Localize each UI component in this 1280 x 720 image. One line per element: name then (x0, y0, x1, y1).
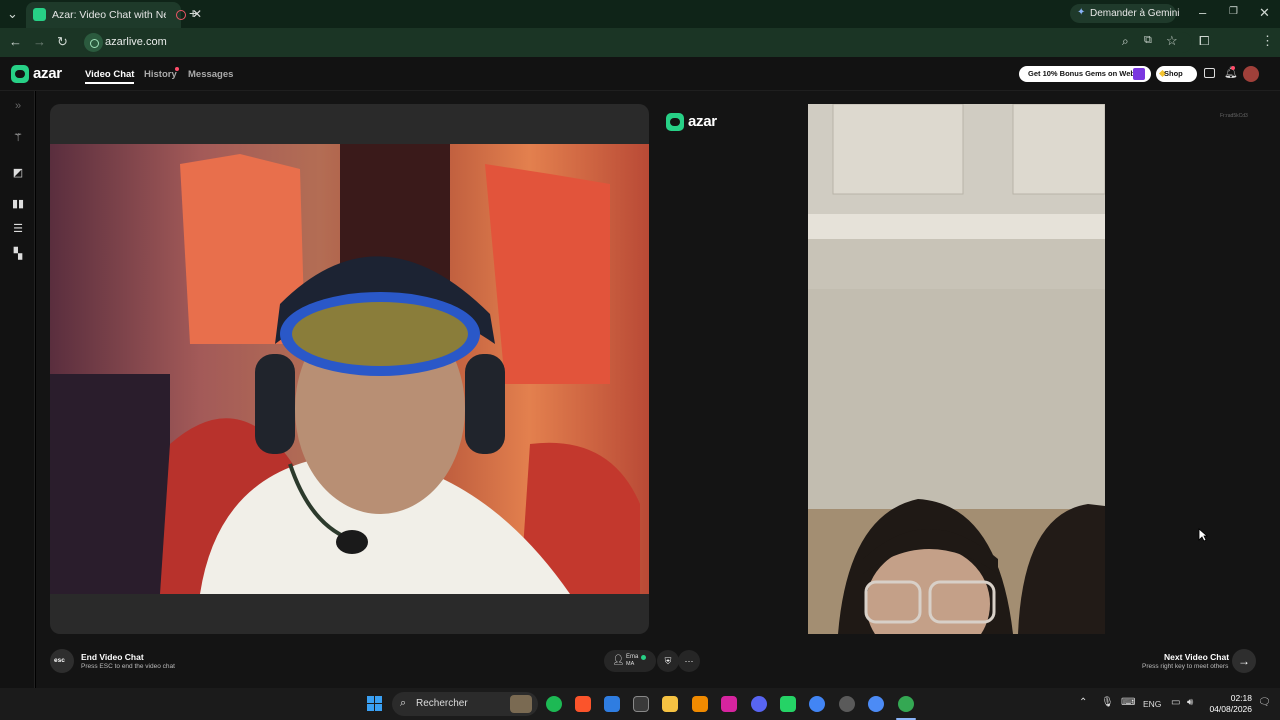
whatsapp-icon[interactable] (780, 696, 796, 712)
search-icon: ⌕ (400, 697, 407, 709)
shop-button[interactable]: Shop (1156, 66, 1197, 82)
session-watermark: Fr:rad5kCd3 (1220, 113, 1248, 119)
chrome-icon[interactable] (809, 696, 825, 712)
shop-label: Shop (1164, 69, 1183, 78)
gemini-label: Demander à Gemini (1090, 8, 1180, 19)
tab-messages[interactable]: Messages (188, 69, 233, 80)
end-video-chat-button[interactable]: esc (50, 649, 74, 673)
new-tab-icon[interactable]: + (189, 5, 197, 21)
defender-icon[interactable] (604, 696, 620, 712)
notification-dot (1231, 66, 1235, 70)
network-icon[interactable]: ▭ (1171, 697, 1180, 708)
recording-icon (176, 10, 186, 20)
filter-icon[interactable]: ◩ (12, 167, 24, 179)
file-explorer-icon[interactable] (662, 696, 678, 712)
tab-search-icon[interactable]: ⌄ (7, 6, 18, 22)
clock-time: 02:18 (1230, 693, 1252, 703)
address-bar-row: ← → ↻ azarlive.com ⌕ ⧉ ☆ ⧠ ⋮ (0, 28, 1280, 76)
partner-country: MA (626, 661, 635, 667)
my-camera-feed (50, 144, 649, 594)
browser-tab[interactable]: Azar: Video Chat with New ✕ (26, 2, 202, 28)
microphone-icon[interactable]: 🎙︎ (1101, 697, 1114, 708)
azar-logo-text[interactable]: azar (33, 65, 62, 82)
user-avatar[interactable] (1243, 66, 1259, 82)
tab-video-chat[interactable]: Video Chat (85, 69, 135, 84)
history-notification-dot (175, 67, 179, 71)
gemini-button[interactable]: ✦ Demander à Gemini (1070, 4, 1180, 23)
azar-logo-icon[interactable] (11, 65, 29, 83)
partner-name: Ema (626, 654, 639, 660)
tray-overflow-icon[interactable]: ⌃ (1079, 697, 1087, 708)
install-app-icon[interactable]: ⧉ (1144, 34, 1152, 47)
my-camera-panel (50, 104, 649, 634)
layout-grid-icon[interactable]: ▚ (12, 248, 24, 260)
windows-start-icon[interactable] (367, 696, 383, 712)
forward-icon[interactable]: → (33, 34, 46, 49)
tab-title: Azar: Video Chat with New (52, 9, 166, 21)
next-video-chat-button[interactable]: → (1232, 649, 1256, 673)
back-icon[interactable]: ← (9, 34, 22, 49)
reload-icon[interactable]: ↻ (57, 34, 68, 50)
chat-bubble-icon[interactable]: ⋯ (678, 650, 700, 672)
windows-taskbar: ⌕ Rechercher ⌃ 🎙︎ ⌨ ENG ▭ 🔊︎ 02:18 04/08… (0, 688, 1280, 720)
vlc-icon[interactable] (692, 696, 708, 712)
omnibox[interactable]: azarlive.com (82, 32, 1192, 53)
bookmark-star-icon[interactable]: ☆ (1166, 33, 1178, 49)
layout-side-by-side-icon[interactable]: ▮▮ (12, 198, 24, 210)
language-indicator[interactable]: ENG (1143, 699, 1161, 709)
maximize-icon[interactable]: ❐ (1229, 6, 1238, 17)
esc-key-label: esc (54, 657, 65, 664)
site-info-icon[interactable] (84, 33, 103, 52)
inbox-icon[interactable] (1204, 68, 1215, 78)
gift-icon (1133, 68, 1145, 80)
volume-icon[interactable]: 🔊︎ (1187, 697, 1193, 708)
left-sidebar: » ⚚ ◩ ▮▮ ☰ ▚ (0, 91, 35, 688)
tab-history[interactable]: History (144, 69, 177, 80)
person-icon: 👤︎ (612, 655, 625, 666)
search-highlight-image (510, 695, 532, 713)
azar-favicon-icon (33, 8, 46, 21)
my-camera-image (50, 144, 640, 594)
store-icon[interactable] (633, 696, 649, 712)
partner-info-pill[interactable]: 👤︎ Ema MA (604, 650, 656, 672)
minimize-icon[interactable]: – (1199, 5, 1206, 20)
chrome-active-icon[interactable] (898, 696, 914, 712)
gemini-sparkle-icon: ✦ (1077, 7, 1086, 18)
close-window-icon[interactable]: ✕ (1259, 5, 1270, 21)
report-shield-icon[interactable]: ⛨ (657, 650, 679, 672)
end-video-chat-title[interactable]: End Video Chat (81, 652, 144, 662)
next-video-chat-hint: Press right key to meet others (1142, 663, 1229, 670)
chrome-profile-icon[interactable] (839, 696, 855, 712)
magic-wand-icon[interactable]: ⚚ (12, 132, 24, 144)
taskbar-search[interactable]: ⌕ Rechercher (392, 692, 538, 716)
extensions-icon[interactable]: ⧠ (1199, 33, 1209, 49)
mouse-cursor-icon (1198, 528, 1208, 542)
spotify-icon[interactable] (546, 696, 562, 712)
instagram-icon[interactable] (721, 696, 737, 712)
expand-sidebar-icon[interactable]: » (12, 100, 24, 112)
clock-date: 04/08/2026 (1209, 704, 1252, 714)
end-video-chat-hint: Press ESC to end the video chat (81, 663, 175, 670)
keyboard-icon[interactable]: ⌨ (1121, 697, 1135, 708)
notification-center-icon[interactable]: 🗨︎ (1258, 697, 1271, 708)
azar-center-logo-icon (666, 113, 684, 131)
zoom-icon[interactable]: ⌕ (1122, 34, 1129, 49)
brave-icon[interactable] (575, 696, 591, 712)
partner-camera-image (808, 104, 1105, 634)
layout-stacked-icon[interactable]: ☰ (12, 223, 24, 235)
browser-tab-bar: ⌄ Azar: Video Chat with New ✕ + ✦ Demand… (0, 0, 1280, 28)
azar-center-logo-text: azar (688, 113, 717, 130)
taskbar-clock[interactable]: 02:18 04/08/2026 (1208, 693, 1252, 715)
browser-menu-icon[interactable]: ⋮ (1261, 33, 1274, 49)
bonus-gems-promo-button[interactable]: Get 10% Bonus Gems on Web! (1019, 66, 1151, 82)
discord-icon[interactable] (751, 696, 767, 712)
online-status-icon (641, 655, 646, 660)
partner-camera-feed (808, 104, 1105, 634)
search-placeholder: Rechercher (416, 698, 468, 709)
next-video-chat-title[interactable]: Next Video Chat (1164, 652, 1229, 662)
promo-label: Get 10% Bonus Gems on Web! (1028, 69, 1138, 78)
url-text[interactable]: azarlive.com (105, 36, 167, 48)
chrome-profile-2-icon[interactable] (868, 696, 884, 712)
